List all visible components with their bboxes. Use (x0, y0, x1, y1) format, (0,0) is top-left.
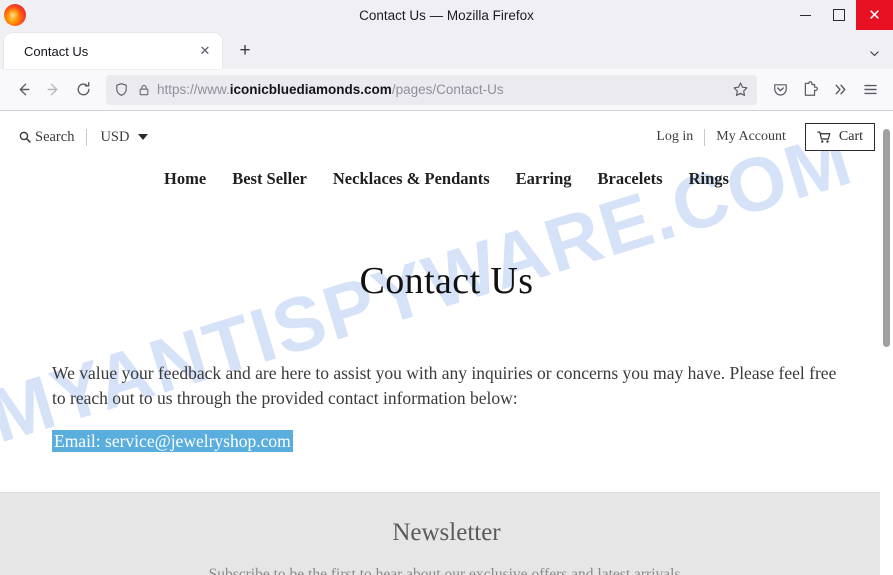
close-icon: ✕ (868, 6, 881, 24)
selected-email-text[interactable]: Email: service@jewelryshop.com (52, 429, 293, 452)
newsletter-subtitle: Subscribe to be the first to hear about … (208, 565, 685, 575)
main-navigation: Home Best Seller Necklaces & Pendants Ea… (0, 155, 893, 199)
cart-label: Cart (838, 129, 863, 144)
maximize-button[interactable] (822, 0, 856, 30)
tab-contact-us[interactable]: Contact Us ✕ (4, 33, 222, 69)
navigation-toolbar: https://www.iconicbluediamonds.com/pages… (0, 69, 893, 111)
tab-strip: Contact Us ✕ + (0, 30, 893, 69)
page-title: Contact Us (359, 260, 534, 302)
url-scheme: https://www. (157, 82, 230, 97)
back-icon[interactable] (8, 75, 38, 105)
scrollbar-thumb[interactable] (883, 129, 890, 347)
page-scrollbar[interactable] (880, 111, 893, 575)
overflow-chevrons-icon[interactable] (825, 75, 855, 105)
utility-right-group: Log in My Account Cart (645, 123, 875, 151)
search-label: Search (35, 128, 75, 145)
nav-item-bracelets[interactable]: Bracelets (598, 169, 663, 189)
nav-item-home[interactable]: Home (164, 169, 206, 189)
window-title: Contact Us — Mozilla Firefox (359, 7, 534, 23)
url-text: https://www.iconicbluediamonds.com/pages… (157, 82, 726, 97)
currency-selector[interactable]: USD (87, 128, 149, 146)
list-all-tabs-icon[interactable] (868, 47, 881, 63)
bookmark-star-icon[interactable] (732, 81, 749, 98)
contact-email-paragraph: Email: service@jewelryshop.com (52, 429, 841, 454)
utility-left-group: Search USD (18, 128, 149, 146)
url-path: /pages/Contact-Us (391, 82, 504, 97)
forward-icon[interactable] (38, 75, 68, 105)
new-tab-button[interactable]: + (230, 36, 260, 66)
login-link[interactable]: Log in (645, 129, 704, 145)
page-content: Contact Us We value your feedback and ar… (0, 259, 893, 454)
title-bar: Contact Us — Mozilla Firefox ✕ (0, 0, 893, 30)
save-to-pocket-icon[interactable] (765, 75, 795, 105)
search-icon (18, 130, 32, 144)
close-window-button[interactable]: ✕ (856, 0, 893, 30)
newsletter-title: Newsletter (392, 518, 501, 546)
intro-paragraph: We value your feedback and are here to a… (52, 363, 837, 408)
shield-icon (114, 82, 129, 97)
url-domain: iconicbluediamonds.com (229, 82, 392, 97)
tab-close-icon[interactable]: ✕ (196, 42, 214, 60)
web-page: Search USD Log in My Account Cart Home B… (0, 111, 893, 575)
site-utility-header: Search USD Log in My Account Cart (0, 111, 893, 155)
search-button[interactable]: Search (18, 129, 86, 146)
cart-button[interactable]: Cart (804, 123, 875, 151)
nav-item-rings[interactable]: Rings (689, 169, 729, 189)
tab-title: Contact Us (24, 43, 89, 59)
shopping-cart-icon (817, 130, 832, 145)
newsletter-section: Newsletter Subscribe to be the first to … (0, 491, 893, 575)
reload-icon[interactable] (68, 75, 98, 105)
nav-item-best-seller[interactable]: Best Seller (232, 169, 307, 189)
browser-window: Contact Us — Mozilla Firefox ✕ Contact U… (0, 0, 893, 575)
page-viewport: MYANTISPYWARE.COM Search USD Log in My A… (0, 111, 893, 575)
minimize-button[interactable] (788, 0, 822, 30)
chevron-down-icon (138, 134, 149, 140)
address-bar[interactable]: https://www.iconicbluediamonds.com/pages… (106, 74, 757, 105)
extensions-puzzle-icon[interactable] (795, 75, 825, 105)
lock-icon (137, 83, 151, 97)
nav-item-necklaces-pendants[interactable]: Necklaces & Pendants (333, 169, 490, 189)
my-account-link[interactable]: My Account (705, 129, 797, 145)
currency-label: USD (100, 128, 130, 145)
nav-item-earring[interactable]: Earring (516, 169, 572, 189)
app-menu-icon[interactable] (855, 75, 885, 105)
firefox-logo-icon (4, 4, 26, 26)
window-controls: ✕ (788, 0, 893, 30)
